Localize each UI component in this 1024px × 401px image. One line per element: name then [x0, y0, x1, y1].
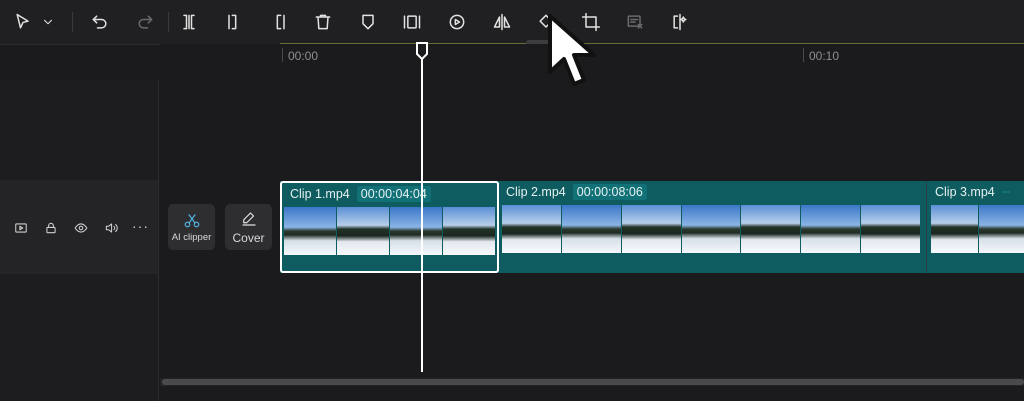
clip-duration: 00:00:08:06	[572, 184, 647, 200]
clip-thumbnails	[502, 205, 921, 253]
toolbar	[0, 0, 1024, 45]
ai-clipper-label: AI clipper	[171, 232, 212, 243]
marker-icon[interactable]	[355, 9, 381, 35]
ruler-tick	[282, 48, 283, 62]
clip-name: Clip 3.mp4	[935, 185, 995, 199]
clip-name: Clip 2.mp4	[506, 185, 566, 199]
trim-left-icon[interactable]	[221, 9, 247, 35]
more-options-icon[interactable]: ···	[132, 218, 149, 234]
trim-right-icon[interactable]	[266, 9, 292, 35]
clip-3[interactable]: Clip 3.mp4	[926, 181, 1024, 273]
clip-thumbnails	[931, 205, 1024, 253]
clip-duration	[1001, 191, 1010, 193]
toolbar-divider	[168, 12, 169, 32]
clip-name: Clip 1.mp4	[290, 187, 350, 201]
redo-icon[interactable]	[132, 9, 158, 35]
eye-icon[interactable]	[72, 219, 90, 237]
clip-2[interactable]: Clip 2.mp4 00:00:08:06	[498, 181, 924, 273]
ruler-label-mid: 00:10	[809, 49, 840, 63]
ai-clipper-button[interactable]: AI clipper	[168, 204, 215, 250]
scissors-icon	[184, 214, 199, 228]
pencil-icon	[241, 211, 256, 226]
play-speed-icon[interactable]	[444, 9, 470, 35]
scrollbar-thumb[interactable]	[162, 379, 1024, 385]
playhead-line[interactable]	[421, 56, 423, 372]
clip-thumbnails	[284, 207, 495, 255]
undo-icon[interactable]	[87, 9, 113, 35]
lock-icon[interactable]	[42, 219, 60, 237]
select-tool-icon[interactable]	[10, 9, 36, 35]
mirror-icon[interactable]	[489, 9, 515, 35]
clip-duration: 00:00:04:04	[356, 186, 431, 202]
cover-button[interactable]: Cover	[225, 204, 272, 250]
horizontal-scrollbar[interactable]	[160, 378, 1024, 386]
playhead-handle[interactable]	[415, 42, 429, 60]
clip-1[interactable]: Clip 1.mp4 00:00:04:04	[280, 181, 499, 273]
toolbar-divider	[72, 12, 73, 32]
auto-reframe-icon[interactable]	[667, 9, 693, 35]
video-track-icon[interactable]	[12, 219, 30, 237]
volume-icon[interactable]	[102, 219, 120, 237]
remove-icon[interactable]	[622, 9, 648, 35]
chevron-down-icon[interactable]	[40, 9, 56, 35]
delete-icon[interactable]	[310, 9, 336, 35]
ruler-tick	[803, 48, 804, 62]
cover-label: Cover	[232, 230, 265, 245]
ruler-label-start: 00:00	[288, 49, 319, 63]
split-icon[interactable]	[176, 9, 202, 35]
mouse-cursor-icon	[548, 14, 596, 86]
freeze-icon[interactable]	[399, 9, 425, 35]
